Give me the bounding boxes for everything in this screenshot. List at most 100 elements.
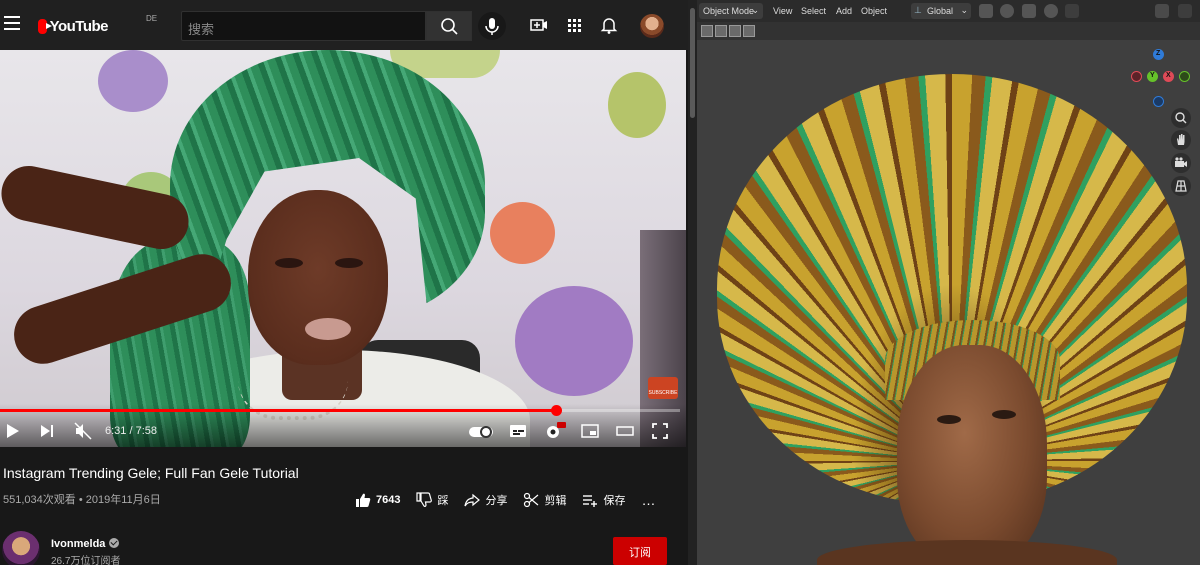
gizmo-neg-x-axis[interactable]	[1131, 71, 1142, 82]
zoom-button[interactable]	[1171, 108, 1191, 128]
gizmo-z-label: Z	[1156, 50, 1161, 57]
select-new-icon[interactable]	[701, 25, 713, 37]
subtitles-button[interactable]	[508, 422, 528, 440]
save-button[interactable]: 保存	[582, 492, 625, 508]
shoulder-model	[817, 540, 1117, 565]
share-label: 分享	[485, 495, 508, 507]
subscribe-watermark[interactable]: SUBSCRIBE	[648, 377, 678, 399]
chevron-down-icon: ⌄	[960, 5, 968, 15]
thumbs-up-icon	[356, 493, 371, 507]
object-mode-dropdown[interactable]: Object Mode ⌄	[699, 3, 763, 19]
menu-add[interactable]: Add	[836, 6, 852, 16]
snap-target-icon[interactable]	[1022, 4, 1036, 18]
time-separator: /	[126, 425, 136, 437]
head-model[interactable]	[897, 345, 1047, 565]
progress-bar[interactable]	[0, 405, 680, 416]
progress-played	[0, 409, 556, 412]
camera-view-button[interactable]	[1171, 153, 1191, 173]
page-scrollbar-thumb[interactable]	[690, 8, 695, 118]
menu-view[interactable]: View	[773, 6, 792, 16]
pan-button[interactable]	[1171, 130, 1191, 150]
clip-button[interactable]: 剪辑	[523, 492, 566, 508]
time-display: 6:31 / 7:58	[105, 425, 157, 437]
gizmo-y-axis[interactable]: Y	[1147, 71, 1158, 82]
pivot-link-icon[interactable]	[979, 4, 993, 18]
gizmo-y-label: Y	[1150, 72, 1155, 79]
create-video-button[interactable]	[528, 14, 550, 36]
falloff-curve-icon[interactable]	[1065, 4, 1079, 18]
next-button[interactable]	[39, 422, 55, 440]
menu-object[interactable]: Object	[861, 6, 887, 16]
search-button[interactable]	[426, 11, 472, 41]
snap-icon[interactable]	[1000, 4, 1014, 18]
menu-select[interactable]: Select	[801, 6, 826, 16]
youtube-window: YouTube DE 搜索 SUBSCRIBE 6:31 / 7:58 Inst…	[0, 0, 688, 565]
wall-dot	[490, 202, 555, 264]
region-code: DE	[146, 14, 158, 23]
voice-search-button[interactable]	[478, 12, 506, 40]
like-button[interactable]: 7643	[355, 492, 400, 508]
video-title: Instagram Trending Gele; Full Fan Gele T…	[3, 465, 299, 481]
theater-mode-icon	[616, 426, 634, 436]
dislike-button[interactable]: 踩	[416, 492, 448, 508]
video-player[interactable]: SUBSCRIBE 6:31 / 7:58	[0, 50, 686, 447]
video-meta: 551,034次观看 • 2019年11月6日	[3, 491, 161, 507]
search-input[interactable]: 搜索	[181, 11, 426, 41]
theater-mode-button[interactable]	[615, 422, 635, 440]
clip-label: 剪辑	[544, 495, 567, 507]
dislike-label: 踩	[437, 495, 449, 507]
channel-avatar[interactable]	[2, 531, 40, 565]
like-count: 7643	[376, 494, 401, 506]
camera-icon	[1175, 157, 1187, 167]
play-button[interactable]	[5, 422, 21, 440]
transform-orientation-dropdown[interactable]: ⊥ Global ⌄	[911, 3, 971, 19]
next-icon	[41, 425, 53, 437]
proportional-edit-icon[interactable]	[1044, 4, 1058, 18]
fullscreen-icon	[652, 423, 668, 439]
save-label: 保存	[603, 495, 626, 507]
subtitles-icon	[510, 425, 526, 437]
perspective-toggle-button[interactable]	[1171, 176, 1191, 196]
subscribe-button[interactable]: 订阅	[613, 537, 667, 565]
menu-icon[interactable]	[4, 16, 20, 30]
channel-name-row[interactable]: Ivonmelda	[51, 538, 120, 550]
select-extend-icon[interactable]	[715, 25, 727, 37]
gizmo-neg-z-axis[interactable]	[1153, 96, 1164, 107]
share-button[interactable]: 分享	[464, 492, 507, 508]
gizmo-z-axis[interactable]: Z	[1153, 49, 1164, 60]
fullscreen-button[interactable]	[651, 422, 669, 440]
account-avatar[interactable]	[640, 14, 664, 38]
video-actions: 7643 踩 分享 剪辑 保存 …	[355, 490, 672, 510]
miniplayer-button[interactable]	[580, 422, 600, 440]
save-playlist-icon	[583, 495, 598, 507]
gizmo-toggle-icon[interactable]	[1178, 4, 1192, 18]
thumbs-down-icon	[416, 492, 433, 508]
subscriber-count: 26.7万位订阅者	[51, 556, 121, 565]
screen: YouTube DE 搜索 SUBSCRIBE 6:31 / 7:58 Inst…	[0, 0, 1200, 565]
pan-hand-icon	[1177, 134, 1185, 145]
viewport-header: Object Mode ⌄ View Select Add Object ⊥ G…	[697, 0, 1200, 22]
select-subtract-icon[interactable]	[729, 25, 741, 37]
transform-orientation-label: Global	[927, 6, 954, 16]
mute-button[interactable]	[74, 422, 92, 440]
channel-name: Ivonmelda	[51, 538, 106, 550]
visibility-eye-icon[interactable]	[1155, 4, 1169, 18]
youtube-logo[interactable]: YouTube DE	[38, 14, 157, 36]
play-icon	[7, 424, 19, 438]
settings-button[interactable]	[544, 421, 566, 439]
notifications-button[interactable]	[598, 14, 620, 36]
object-mode-label: Object Mode	[703, 6, 755, 16]
autoplay-toggle[interactable]	[469, 426, 493, 438]
gizmo-neg-y-axis[interactable]	[1179, 71, 1190, 82]
search-icon	[441, 18, 458, 35]
microphone-icon	[485, 18, 499, 35]
gizmo-x-axis[interactable]: X	[1163, 71, 1174, 82]
youtube-play-logo-icon	[38, 18, 52, 34]
progress-scrubber[interactable]	[551, 405, 562, 416]
blender-viewport[interactable]: Object Mode ⌄ View Select Add Object ⊥ G…	[696, 0, 1200, 565]
select-intersect-icon[interactable]	[743, 25, 755, 37]
apps-button[interactable]	[563, 14, 585, 36]
more-actions-button[interactable]: …	[641, 492, 656, 508]
gizmo-x-label: X	[1166, 72, 1171, 79]
person-lips	[305, 318, 351, 340]
